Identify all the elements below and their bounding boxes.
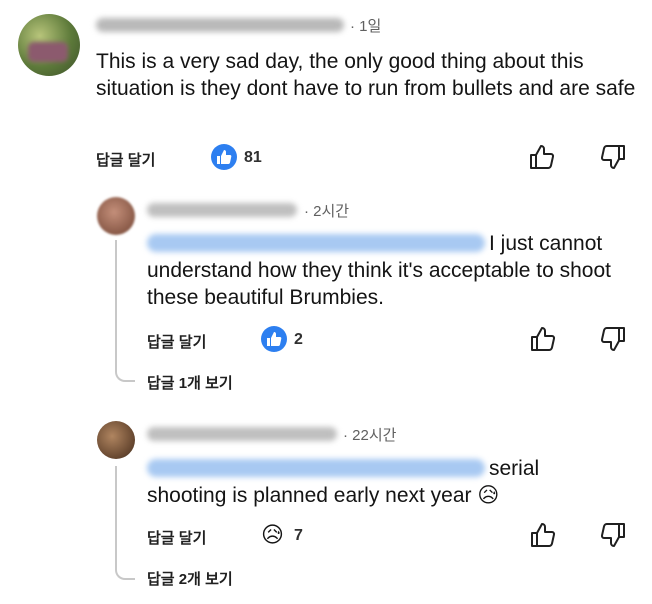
comment-time: · 2시간 xyxy=(304,203,350,220)
reaction-count: 2 xyxy=(294,331,303,348)
thumbs-down-icon[interactable] xyxy=(599,143,627,171)
sad-reaction-icon: 😥 xyxy=(477,484,500,507)
comment-text: serial shooting is planned early next ye… xyxy=(147,457,540,507)
avatar[interactable] xyxy=(18,14,80,76)
avatar[interactable] xyxy=(97,421,135,459)
reaction-count: 7 xyxy=(294,527,303,544)
author-name[interactable] xyxy=(96,18,344,32)
author-name[interactable] xyxy=(147,427,337,441)
avatar[interactable] xyxy=(97,197,135,235)
mention-link[interactable] xyxy=(147,234,485,252)
reaction-count: 81 xyxy=(244,149,262,166)
thumbs-down-icon[interactable] xyxy=(599,521,627,549)
like-reaction-icon xyxy=(211,144,237,170)
view-replies-button[interactable]: 답글 2개 보기 xyxy=(147,568,233,589)
thread-connector xyxy=(115,240,135,382)
comment-time: · 22시간 xyxy=(343,427,397,444)
thumbs-up-icon[interactable] xyxy=(529,325,557,353)
sad-reaction-icon: 😥 xyxy=(261,522,284,547)
comment-time: · 1일 xyxy=(350,18,382,35)
mention-link[interactable] xyxy=(147,459,485,477)
comment-text: I just cannot understand how they think … xyxy=(147,232,611,309)
thumbs-up-icon[interactable] xyxy=(529,521,557,549)
thumbs-up-icon[interactable] xyxy=(528,143,556,171)
reply-button[interactable]: 답글 달기 xyxy=(147,331,206,352)
reply-button[interactable]: 답글 달기 xyxy=(96,149,155,170)
like-reaction-icon xyxy=(261,326,287,352)
view-replies-button[interactable]: 답글 1개 보기 xyxy=(147,372,233,393)
thumbs-down-icon[interactable] xyxy=(599,325,627,353)
thread-connector xyxy=(115,466,135,580)
comment-text: This is a very sad day, the only good th… xyxy=(96,50,636,100)
author-name[interactable] xyxy=(147,203,297,217)
reply-button[interactable]: 답글 달기 xyxy=(147,527,206,548)
